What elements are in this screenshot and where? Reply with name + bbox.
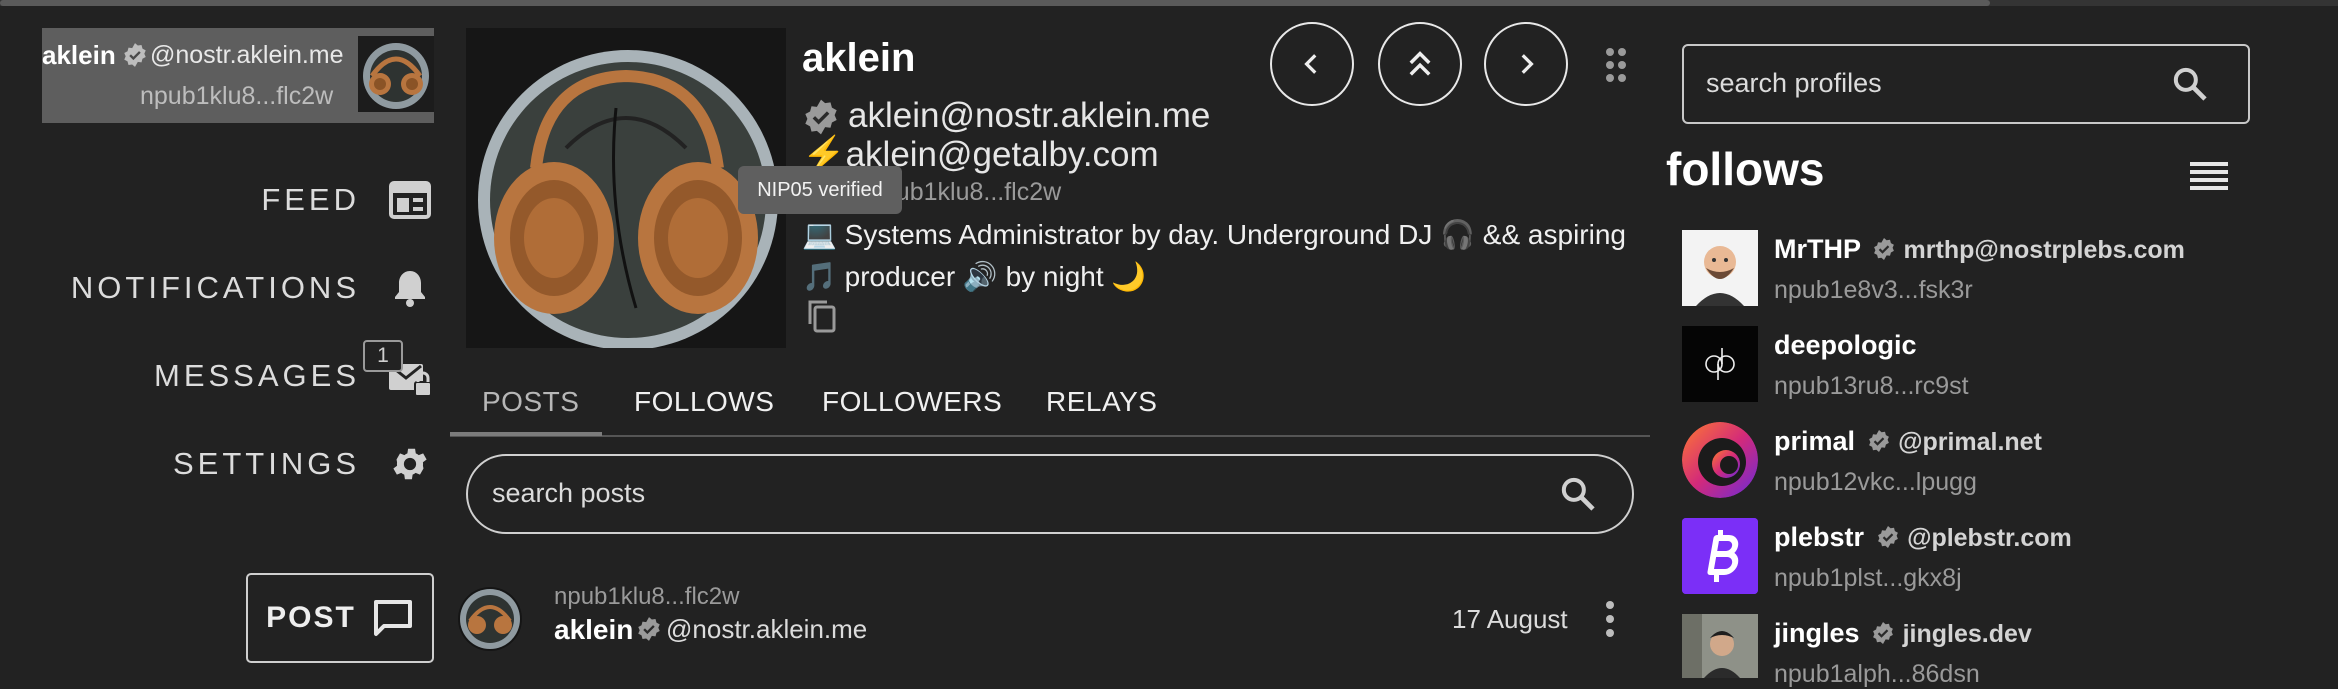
verified-check-icon <box>638 617 660 641</box>
nav-settings-label[interactable]: SETTINGS <box>0 446 360 482</box>
follow-avatar-deepologic[interactable] <box>1682 326 1758 402</box>
verified-check-icon <box>1873 622 1893 644</box>
follow-npub: npub13ru8...rc9st <box>1774 372 1969 400</box>
search-icon[interactable] <box>1558 474 1598 514</box>
post-author-nip05: @nostr.aklein.me <box>666 614 868 644</box>
tab-follows[interactable]: FOLLOWS <box>634 386 774 418</box>
newspaper-icon[interactable] <box>386 176 434 224</box>
post-author-npub: npub1klu8...flc2w <box>554 583 740 610</box>
follow-avatar-jingles[interactable] <box>1682 614 1758 678</box>
verified-check-icon[interactable] <box>802 98 840 136</box>
double-chevron-up-icon <box>1409 51 1431 76</box>
follow-name-plebstr[interactable]: plebstr @plebstr.com <box>1774 522 2072 553</box>
verified-check-icon <box>124 43 146 67</box>
follow-npub: npub1alph...86dsn <box>1774 660 1980 688</box>
follow-name-text: jingles <box>1774 618 1860 648</box>
nav-messages-label[interactable]: MESSAGES <box>0 358 360 394</box>
chat-bubble-icon <box>373 600 412 636</box>
profile-bio: 💻 Systems Administrator by day. Undergro… <box>802 219 1626 292</box>
follow-name-text: plebstr <box>1774 522 1865 552</box>
headphones-avatar-icon <box>460 589 520 649</box>
primal-logo-icon <box>1682 422 1758 498</box>
tab-posts[interactable]: POSTS <box>482 386 579 418</box>
new-post-button[interactable]: POST <box>246 573 434 663</box>
profile-name: aklein <box>802 36 916 80</box>
follow-name-text: primal <box>1774 426 1856 456</box>
follow-name-deepologic[interactable]: deepologic <box>1774 330 1917 361</box>
headphones-avatar-icon <box>358 36 434 112</box>
scrollbar-thumb[interactable] <box>0 0 1990 6</box>
nav-notifications-label[interactable]: NOTIFICATIONS <box>0 270 360 306</box>
follow-name-text: MrTHP <box>1774 234 1861 264</box>
search-posts-input[interactable]: search posts <box>466 454 1634 534</box>
follow-name-jingles[interactable]: jingles jingles.dev <box>1774 618 2032 649</box>
follow-nip05: mrthp@nostrplebs.com <box>1903 236 2185 264</box>
follow-nip05: @primal.net <box>1898 428 2042 456</box>
tab-followers[interactable]: FOLLOWERS <box>822 386 1002 418</box>
current-user-name: aklein <box>42 40 116 70</box>
verified-check-icon <box>1868 430 1889 452</box>
search-profiles-placeholder: search profiles <box>1706 68 1882 98</box>
follow-npub: npub1plst...gkx8j <box>1774 564 1962 592</box>
verified-check-icon <box>1874 238 1894 260</box>
current-user-nip05: @nostr.aklein.me <box>150 41 344 69</box>
cartoon-avatar-icon <box>1682 230 1758 306</box>
follows-heading: follows <box>1666 143 1825 195</box>
tabs-divider <box>450 435 1650 437</box>
follow-nip05: jingles.dev <box>1902 620 2032 648</box>
follow-npub: npub12vkc...lpugg <box>1774 468 1977 496</box>
follow-name-mrthp[interactable]: MrTHP mrthp@nostrplebs.com <box>1774 234 2185 265</box>
follow-name-primal[interactable]: primal @primal.net <box>1774 426 2042 457</box>
follow-avatar-mrthp[interactable] <box>1682 230 1758 306</box>
drag-grip-icon[interactable] <box>1604 46 1628 84</box>
search-posts-placeholder: search posts <box>492 478 646 508</box>
chevron-right-icon <box>1521 54 1534 74</box>
list-view-icon[interactable] <box>2188 158 2230 194</box>
chevron-left-icon <box>1304 54 1317 74</box>
more-vertical-icon[interactable] <box>1600 599 1620 639</box>
search-icon[interactable] <box>2170 64 2210 104</box>
window-top-scrollbar[interactable] <box>0 0 2338 6</box>
current-user-avatar[interactable] <box>358 36 434 112</box>
deepologic-logo-icon <box>1682 326 1758 402</box>
post-author-avatar[interactable] <box>458 587 522 651</box>
follow-avatar-plebstr[interactable] <box>1682 518 1758 594</box>
back-button[interactable] <box>1270 22 1354 106</box>
nav-feed-label[interactable]: FEED <box>0 182 360 218</box>
photo-avatar-icon <box>1682 614 1758 678</box>
search-profiles-input[interactable]: search profiles <box>1682 44 2250 124</box>
post-button-label: POST <box>266 601 356 634</box>
profile-nip05: aklein@nostr.aklein.me <box>848 96 1211 135</box>
current-user-npub: npub1klu8...flc2w <box>140 82 334 110</box>
gear-icon[interactable] <box>386 440 434 488</box>
verified-check-icon <box>1877 526 1898 548</box>
follow-avatar-primal[interactable] <box>1682 422 1758 498</box>
tab-relays[interactable]: RELAYS <box>1046 386 1157 418</box>
forward-button[interactable] <box>1484 22 1568 106</box>
active-tab-indicator <box>450 432 602 436</box>
follow-npub: npub1e8v3...fsk3r <box>1774 276 1973 304</box>
messages-unread-badge: 1 <box>363 340 403 372</box>
copy-icon[interactable] <box>806 298 838 334</box>
bell-icon[interactable] <box>386 264 434 312</box>
post-author-name[interactable]: aklein <box>554 614 633 646</box>
scroll-top-button[interactable] <box>1378 22 1462 106</box>
follow-nip05: @plebstr.com <box>1907 524 2072 552</box>
plebstr-logo-icon <box>1682 518 1758 594</box>
post-date: 17 August <box>1452 604 1568 634</box>
nip05-verified-tooltip: NIP05 verified <box>738 166 902 214</box>
